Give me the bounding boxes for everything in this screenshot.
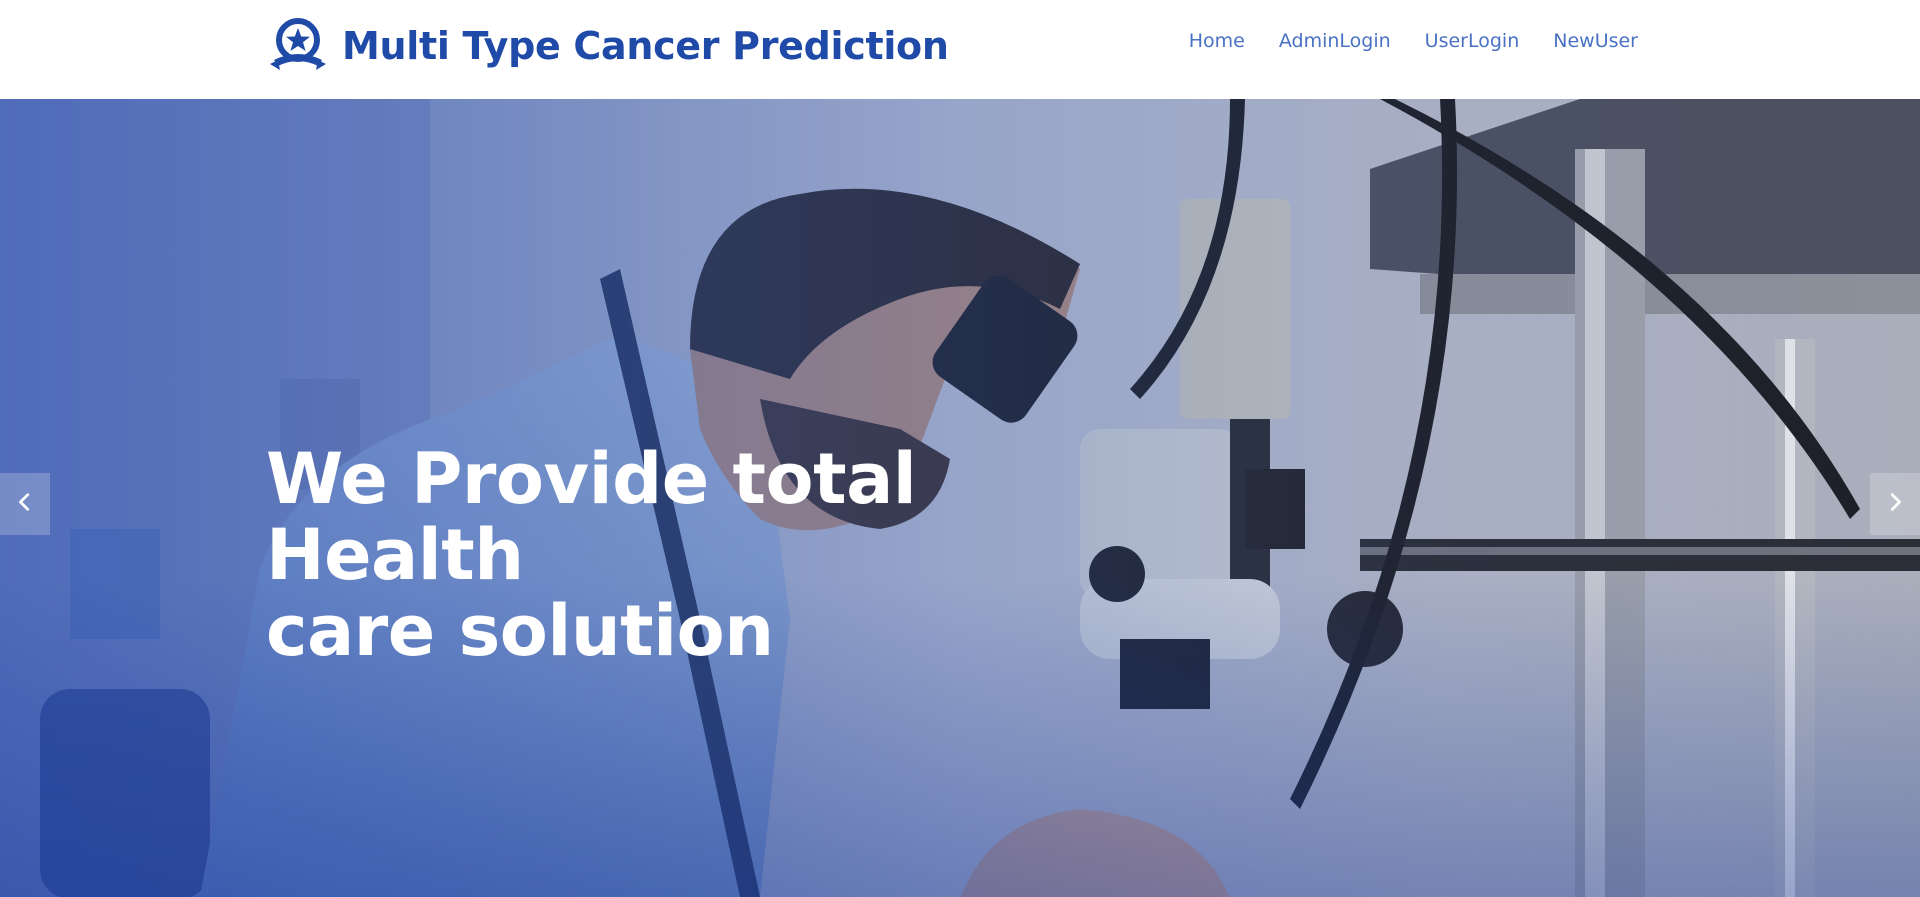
carousel-next-button[interactable]: [1870, 473, 1920, 535]
hero-heading-line-2: care solution: [266, 590, 774, 672]
brand-link[interactable]: Multi Type Cancer Prediction: [266, 14, 949, 78]
nav-home[interactable]: Home: [1189, 30, 1245, 52]
brand-title: Multi Type Cancer Prediction: [342, 24, 949, 68]
hero-heading-line-1: We Provide total Health: [266, 438, 917, 596]
nav-user-login[interactable]: UserLogin: [1425, 30, 1520, 52]
nav-new-user[interactable]: NewUser: [1553, 30, 1638, 52]
navbar: Multi Type Cancer Prediction Home AdminL…: [0, 0, 1920, 99]
chevron-left-icon: [14, 491, 36, 517]
carousel-prev-button[interactable]: [0, 473, 50, 535]
nav-admin-login[interactable]: AdminLogin: [1279, 30, 1391, 52]
chevron-right-icon: [1884, 491, 1906, 517]
hero-carousel: We Provide total Health care solution: [0, 99, 1920, 897]
award-star-icon: [266, 14, 330, 78]
main-nav: Home AdminLogin UserLogin NewUser: [1189, 30, 1638, 52]
hero-heading: We Provide total Health care solution: [266, 441, 1146, 669]
